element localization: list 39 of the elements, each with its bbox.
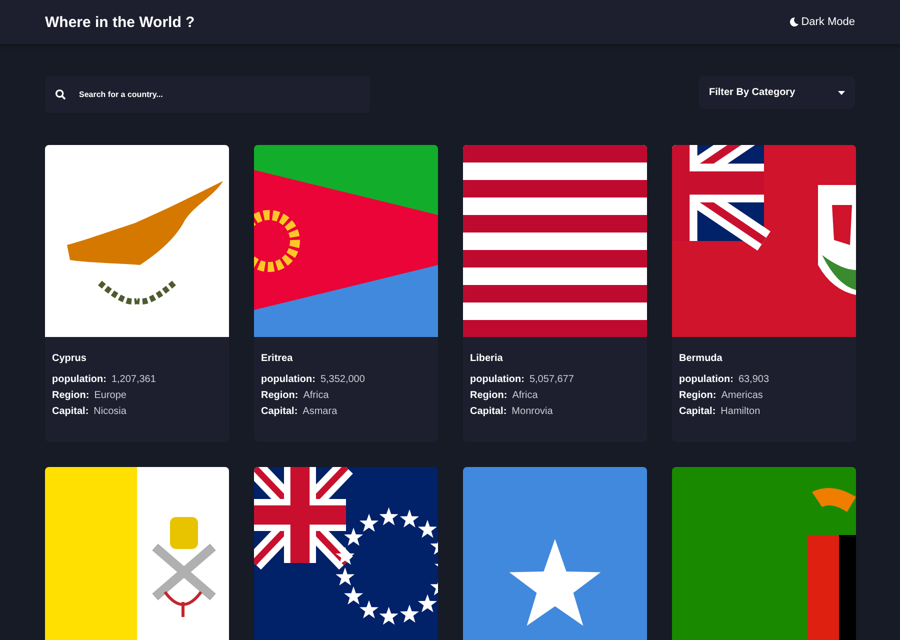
stat-value: Africa — [303, 390, 329, 401]
country-card[interactable]: Bermuda population: 63,903 Region: Americas Capital: Hamilton — [672, 145, 856, 442]
stat-label: Region: — [679, 390, 716, 401]
caret-icon — [838, 90, 845, 94]
stat-label: Capital: — [52, 406, 89, 417]
stat-label: Capital: — [679, 406, 716, 417]
country-name: Cyprus — [52, 353, 88, 364]
stat-value: Nicosia — [94, 406, 126, 417]
site-title: Where in the World ? — [45, 14, 195, 30]
stat-label: Region: — [470, 390, 508, 401]
country-card[interactable]: Liberia population: 5,057,677 Region: Africa Capital: Monrovia — [463, 145, 647, 442]
stat-value: Monrovia — [512, 406, 553, 417]
stat-label: population: — [679, 374, 734, 385]
stat-label: Region: — [52, 390, 90, 401]
stat-value: Asmara — [302, 406, 338, 417]
country-name: Eritrea — [261, 353, 294, 364]
stat-label: population: — [470, 374, 524, 385]
stat-value: Hamilton — [720, 406, 760, 417]
stat-label: Capital: — [261, 406, 298, 417]
theme-toggle[interactable]: Dark Mode — [789, 16, 855, 28]
stat-label: Region: — [261, 390, 298, 401]
stat-value: Europe — [94, 390, 126, 401]
stat-value: 1,207,361 — [111, 374, 156, 385]
search-field[interactable]: Search for a country... — [45, 76, 370, 113]
country-name: Bermuda — [679, 353, 724, 364]
country-card[interactable]: Cyprus population: 1,207,361 Region: Europe Capital: Nicosia — [45, 145, 229, 442]
country-card[interactable]: Eritrea population: 5,352,000 Region: Africa Capital: Asmara — [254, 145, 438, 442]
stat-label: population: — [52, 374, 106, 385]
stat-value: 5,057,677 — [529, 374, 574, 385]
stat-label: population: — [261, 374, 316, 385]
stat-value: 5,352,000 — [320, 374, 365, 385]
search-icon — [55, 89, 66, 100]
stat-value: 63,903 — [738, 374, 770, 385]
stat-value: Africa — [512, 390, 538, 401]
filter-dropdown[interactable]: Filter By Category — [699, 76, 855, 109]
stat-label: Capital: — [470, 406, 507, 417]
moon-icon — [789, 17, 800, 27]
country-name: Liberia — [470, 353, 504, 364]
stat-value: Americas — [721, 390, 763, 401]
